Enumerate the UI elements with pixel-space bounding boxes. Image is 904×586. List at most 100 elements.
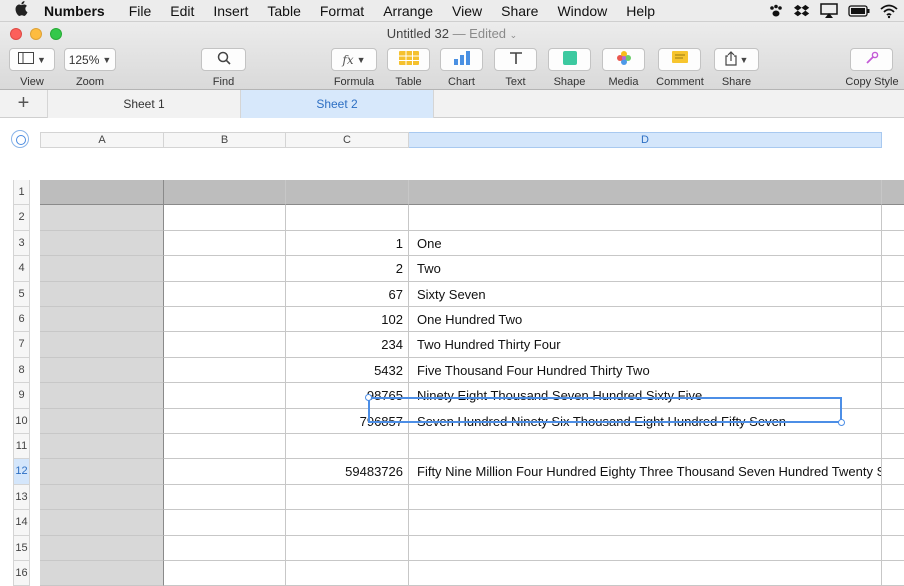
cell-a14[interactable] xyxy=(40,510,164,536)
add-sheet-button[interactable]: + xyxy=(0,90,48,118)
cell-a4[interactable] xyxy=(40,256,164,282)
cell-a3[interactable] xyxy=(40,230,164,257)
cell-e13[interactable] xyxy=(882,485,904,511)
cell-b15[interactable] xyxy=(164,535,286,561)
apple-menu-icon[interactable] xyxy=(0,0,44,21)
cell-d15[interactable] xyxy=(409,535,882,561)
cell-a2[interactable] xyxy=(40,205,164,231)
row-header-8[interactable]: 8 xyxy=(13,357,30,384)
cell-a8[interactable] xyxy=(40,357,164,384)
chart-button[interactable] xyxy=(440,48,483,71)
menu-format[interactable]: Format xyxy=(320,3,364,19)
shape-button[interactable] xyxy=(548,48,591,71)
cell-d2[interactable] xyxy=(409,205,882,231)
view-button[interactable]: ▼ xyxy=(9,48,55,71)
cell-e5[interactable] xyxy=(882,282,904,307)
title-chevron-icon[interactable]: ⌄ xyxy=(510,30,518,40)
menu-numbers[interactable]: Numbers xyxy=(44,3,105,19)
cell-b16[interactable] xyxy=(164,561,286,586)
row-header-2[interactable]: 2 xyxy=(13,205,30,231)
cell-d12[interactable]: Fifty Nine Million Four Hundred Eighty T… xyxy=(409,459,882,485)
menu-help[interactable]: Help xyxy=(626,3,655,19)
cell-e11[interactable] xyxy=(882,434,904,460)
dropbox-icon[interactable] xyxy=(794,3,810,22)
row-header-6[interactable]: 6 xyxy=(13,307,30,333)
cell-d5[interactable]: Sixty Seven xyxy=(409,281,882,307)
cell-c13[interactable] xyxy=(286,484,409,511)
cell-c14[interactable] xyxy=(286,510,409,536)
cell-b13[interactable] xyxy=(164,484,286,511)
row-header-14[interactable]: 14 xyxy=(13,510,30,536)
share-button[interactable]: ▼ xyxy=(714,48,759,71)
cell-c2[interactable] xyxy=(286,205,409,231)
column-header-c[interactable]: C xyxy=(286,132,409,148)
menu-window[interactable]: Window xyxy=(557,3,607,19)
cell-e3[interactable] xyxy=(882,231,904,257)
cell-c8[interactable]: 5432 xyxy=(286,357,409,384)
cell-b2[interactable] xyxy=(164,205,286,231)
cell-c12[interactable]: 59483726 xyxy=(286,459,409,485)
media-button[interactable] xyxy=(602,48,645,71)
row-header-12[interactable]: 12 xyxy=(13,459,30,485)
cell-b1[interactable] xyxy=(164,180,286,206)
cell-c15[interactable] xyxy=(286,535,409,561)
find-button[interactable] xyxy=(201,48,246,71)
row-header-10[interactable]: 10 xyxy=(13,408,30,434)
cell-c4[interactable]: 2 xyxy=(286,256,409,282)
wifi-icon[interactable] xyxy=(880,3,898,22)
text-button[interactable] xyxy=(494,48,537,71)
cell-a15[interactable] xyxy=(40,535,164,561)
cell-b9[interactable] xyxy=(164,383,286,409)
cell-e7[interactable] xyxy=(882,332,904,358)
row-header-1[interactable]: 1 xyxy=(13,180,30,206)
row-header-15[interactable]: 15 xyxy=(13,535,30,561)
menu-arrange[interactable]: Arrange xyxy=(383,3,433,19)
cell-c16[interactable] xyxy=(286,561,409,586)
cell-c3[interactable]: 1 xyxy=(286,230,409,257)
cell-d11[interactable] xyxy=(409,434,882,460)
menu-file[interactable]: File xyxy=(129,3,152,19)
comment-button[interactable] xyxy=(658,48,701,71)
cell-d8[interactable]: Five Thousand Four Hundred Thirty Two xyxy=(409,357,882,384)
cell-c9[interactable]: 98765 xyxy=(286,383,409,409)
row-header-3[interactable]: 3 xyxy=(13,230,30,257)
tab-sheet-1[interactable]: Sheet 1 xyxy=(48,90,241,118)
cell-e12[interactable] xyxy=(882,459,904,485)
cell-a7[interactable] xyxy=(40,332,164,358)
cell-a9[interactable] xyxy=(40,383,164,409)
cell-b12[interactable] xyxy=(164,459,286,485)
formula-button[interactable]: fx ▼ xyxy=(331,48,377,71)
tab-sheet-2[interactable]: Sheet 2 xyxy=(241,90,434,118)
cell-a16[interactable] xyxy=(40,561,164,586)
cell-b14[interactable] xyxy=(164,510,286,536)
cell-c1[interactable] xyxy=(286,180,409,206)
copy-style-button[interactable] xyxy=(850,48,893,71)
cell-d16[interactable] xyxy=(409,561,882,586)
cell-b11[interactable] xyxy=(164,434,286,460)
menu-edit[interactable]: Edit xyxy=(170,3,194,19)
cell-e9[interactable] xyxy=(882,383,904,409)
menu-table[interactable]: Table xyxy=(267,3,300,19)
cell-d14[interactable] xyxy=(409,510,882,536)
cell-b7[interactable] xyxy=(164,332,286,358)
cell-d10[interactable]: Seven Hundred Ninety Six Thousand Eight … xyxy=(409,408,882,434)
cell-a13[interactable] xyxy=(40,484,164,511)
cell-e10[interactable] xyxy=(882,409,904,434)
cell-c11[interactable] xyxy=(286,434,409,460)
battery-icon[interactable] xyxy=(848,3,870,22)
cell-e6[interactable] xyxy=(882,307,904,333)
cell-e8[interactable] xyxy=(882,358,904,384)
cell-b8[interactable] xyxy=(164,357,286,384)
cell-e1[interactable] xyxy=(882,180,904,206)
row-header-9[interactable]: 9 xyxy=(13,383,30,409)
column-header-b[interactable]: B xyxy=(164,132,286,148)
table-button[interactable] xyxy=(387,48,430,71)
cell-d4[interactable]: Two xyxy=(409,256,882,282)
cell-a5[interactable] xyxy=(40,281,164,307)
row-header-5[interactable]: 5 xyxy=(13,281,30,307)
row-header-13[interactable]: 13 xyxy=(13,484,30,511)
menu-share[interactable]: Share xyxy=(501,3,538,19)
menu-insert[interactable]: Insert xyxy=(213,3,248,19)
cell-b3[interactable] xyxy=(164,230,286,257)
cell-c7[interactable]: 234 xyxy=(286,332,409,358)
